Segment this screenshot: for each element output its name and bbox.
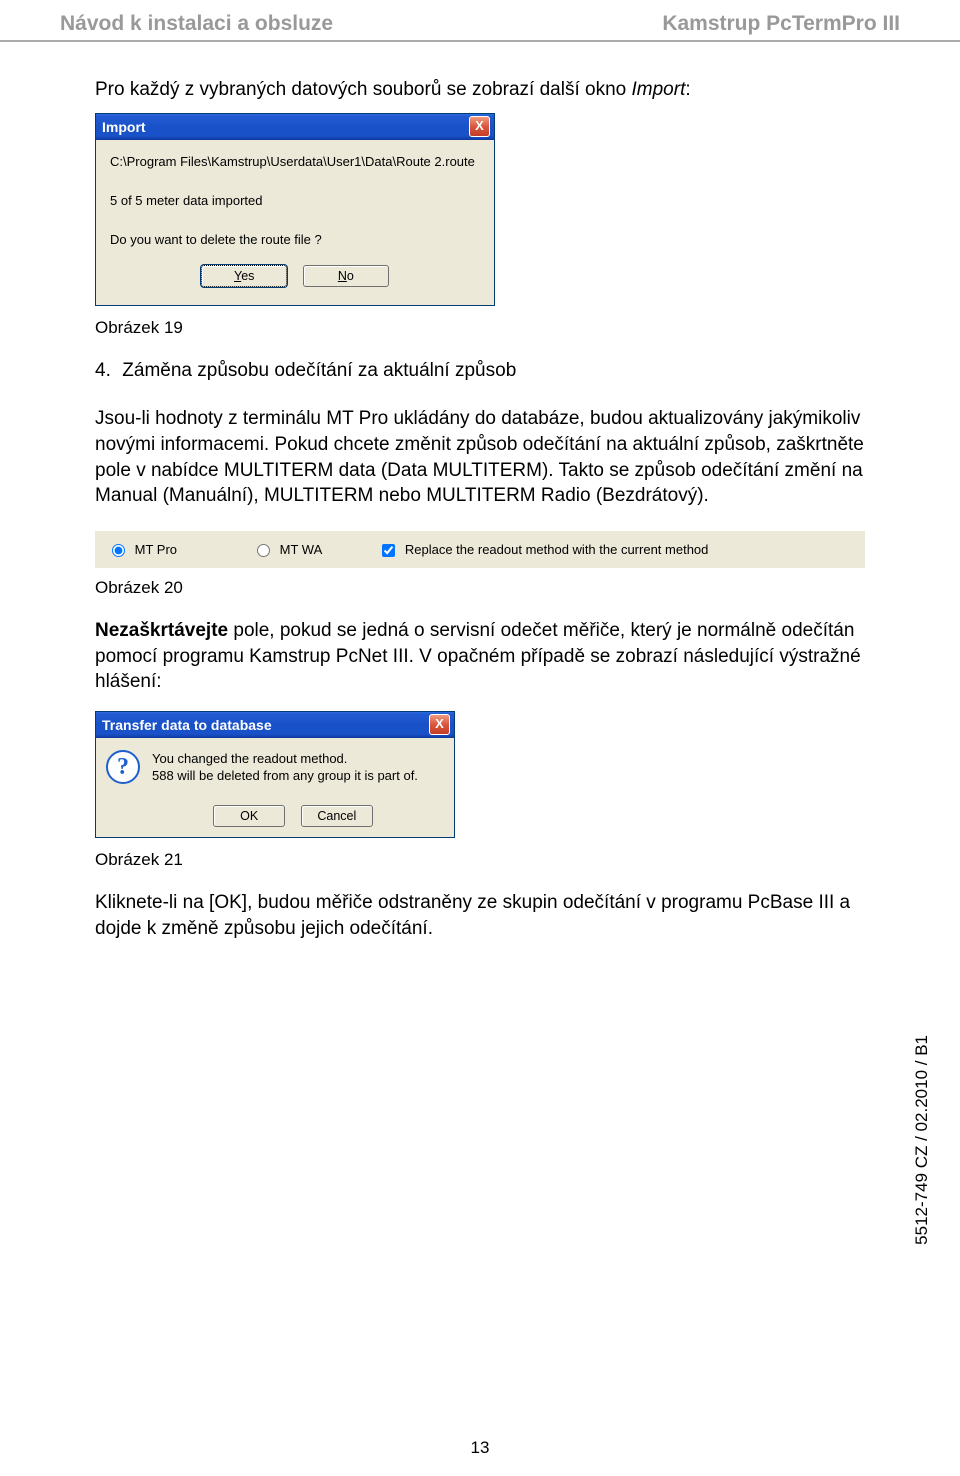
radio-mtwa-input[interactable]: [257, 544, 270, 557]
import-dialog: Import X C:\Program Files\Kamstrup\Userd…: [95, 113, 495, 306]
no-button[interactable]: No: [303, 265, 389, 287]
yes-button[interactable]: Yes: [201, 265, 287, 287]
close-icon[interactable]: X: [429, 714, 450, 735]
section-4-heading: 4. Záměna způsobu odečítání za aktuální …: [95, 358, 865, 385]
transfer-dialog: Transfer data to database X ? You change…: [95, 711, 455, 838]
import-titlebar[interactable]: Import X: [96, 114, 494, 140]
para-3: Nezaškrtávejte pole, pokud se jedná o se…: [95, 618, 865, 695]
checkbox-replace-input[interactable]: [382, 544, 395, 557]
question-icon: ?: [106, 750, 140, 784]
import-body: C:\Program Files\Kamstrup\Userdata\User1…: [96, 140, 494, 305]
side-reference: 5512-749 CZ / 02.2010 / B1: [912, 1035, 932, 1245]
close-icon[interactable]: X: [469, 116, 490, 137]
figure-19-caption: Obrázek 19: [95, 318, 865, 338]
page-header: Návod k instalaci a obsluze Kamstrup PcT…: [0, 0, 960, 42]
transfer-message: You changed the readout method. 588 will…: [152, 750, 418, 785]
radio-mtwa[interactable]: MT WA: [257, 542, 322, 557]
radio-mtpro[interactable]: MT Pro: [112, 542, 177, 557]
radio-mtpro-input[interactable]: [112, 544, 125, 557]
header-right: Kamstrup PcTermPro III: [662, 12, 900, 36]
import-question: Do you want to delete the route file ?: [110, 232, 480, 247]
checkbox-replace[interactable]: Replace the readout method with the curr…: [382, 542, 708, 557]
ok-button[interactable]: OK: [213, 805, 285, 827]
para-2: Jsou-li hodnoty z terminálu MT Pro uklád…: [95, 406, 865, 509]
figure-21-caption: Obrázek 21: [95, 850, 865, 870]
para-4: Kliknete-li na [OK], budou měřiče odstra…: [95, 890, 865, 941]
header-left: Návod k instalaci a obsluze: [60, 12, 333, 36]
transfer-titlebar[interactable]: Transfer data to database X: [96, 712, 454, 738]
cancel-button[interactable]: Cancel: [301, 805, 373, 827]
import-path: C:\Program Files\Kamstrup\Userdata\User1…: [110, 154, 480, 169]
import-title: Import: [102, 119, 146, 135]
figure-20-caption: Obrázek 20: [95, 578, 865, 598]
import-status: 5 of 5 meter data imported: [110, 193, 480, 208]
page-number: 13: [0, 1438, 960, 1458]
options-panel: MT Pro MT WA Replace the readout method …: [95, 531, 865, 568]
transfer-title: Transfer data to database: [102, 717, 272, 733]
intro-text: Pro každý z vybraných datových souborů s…: [95, 77, 865, 103]
